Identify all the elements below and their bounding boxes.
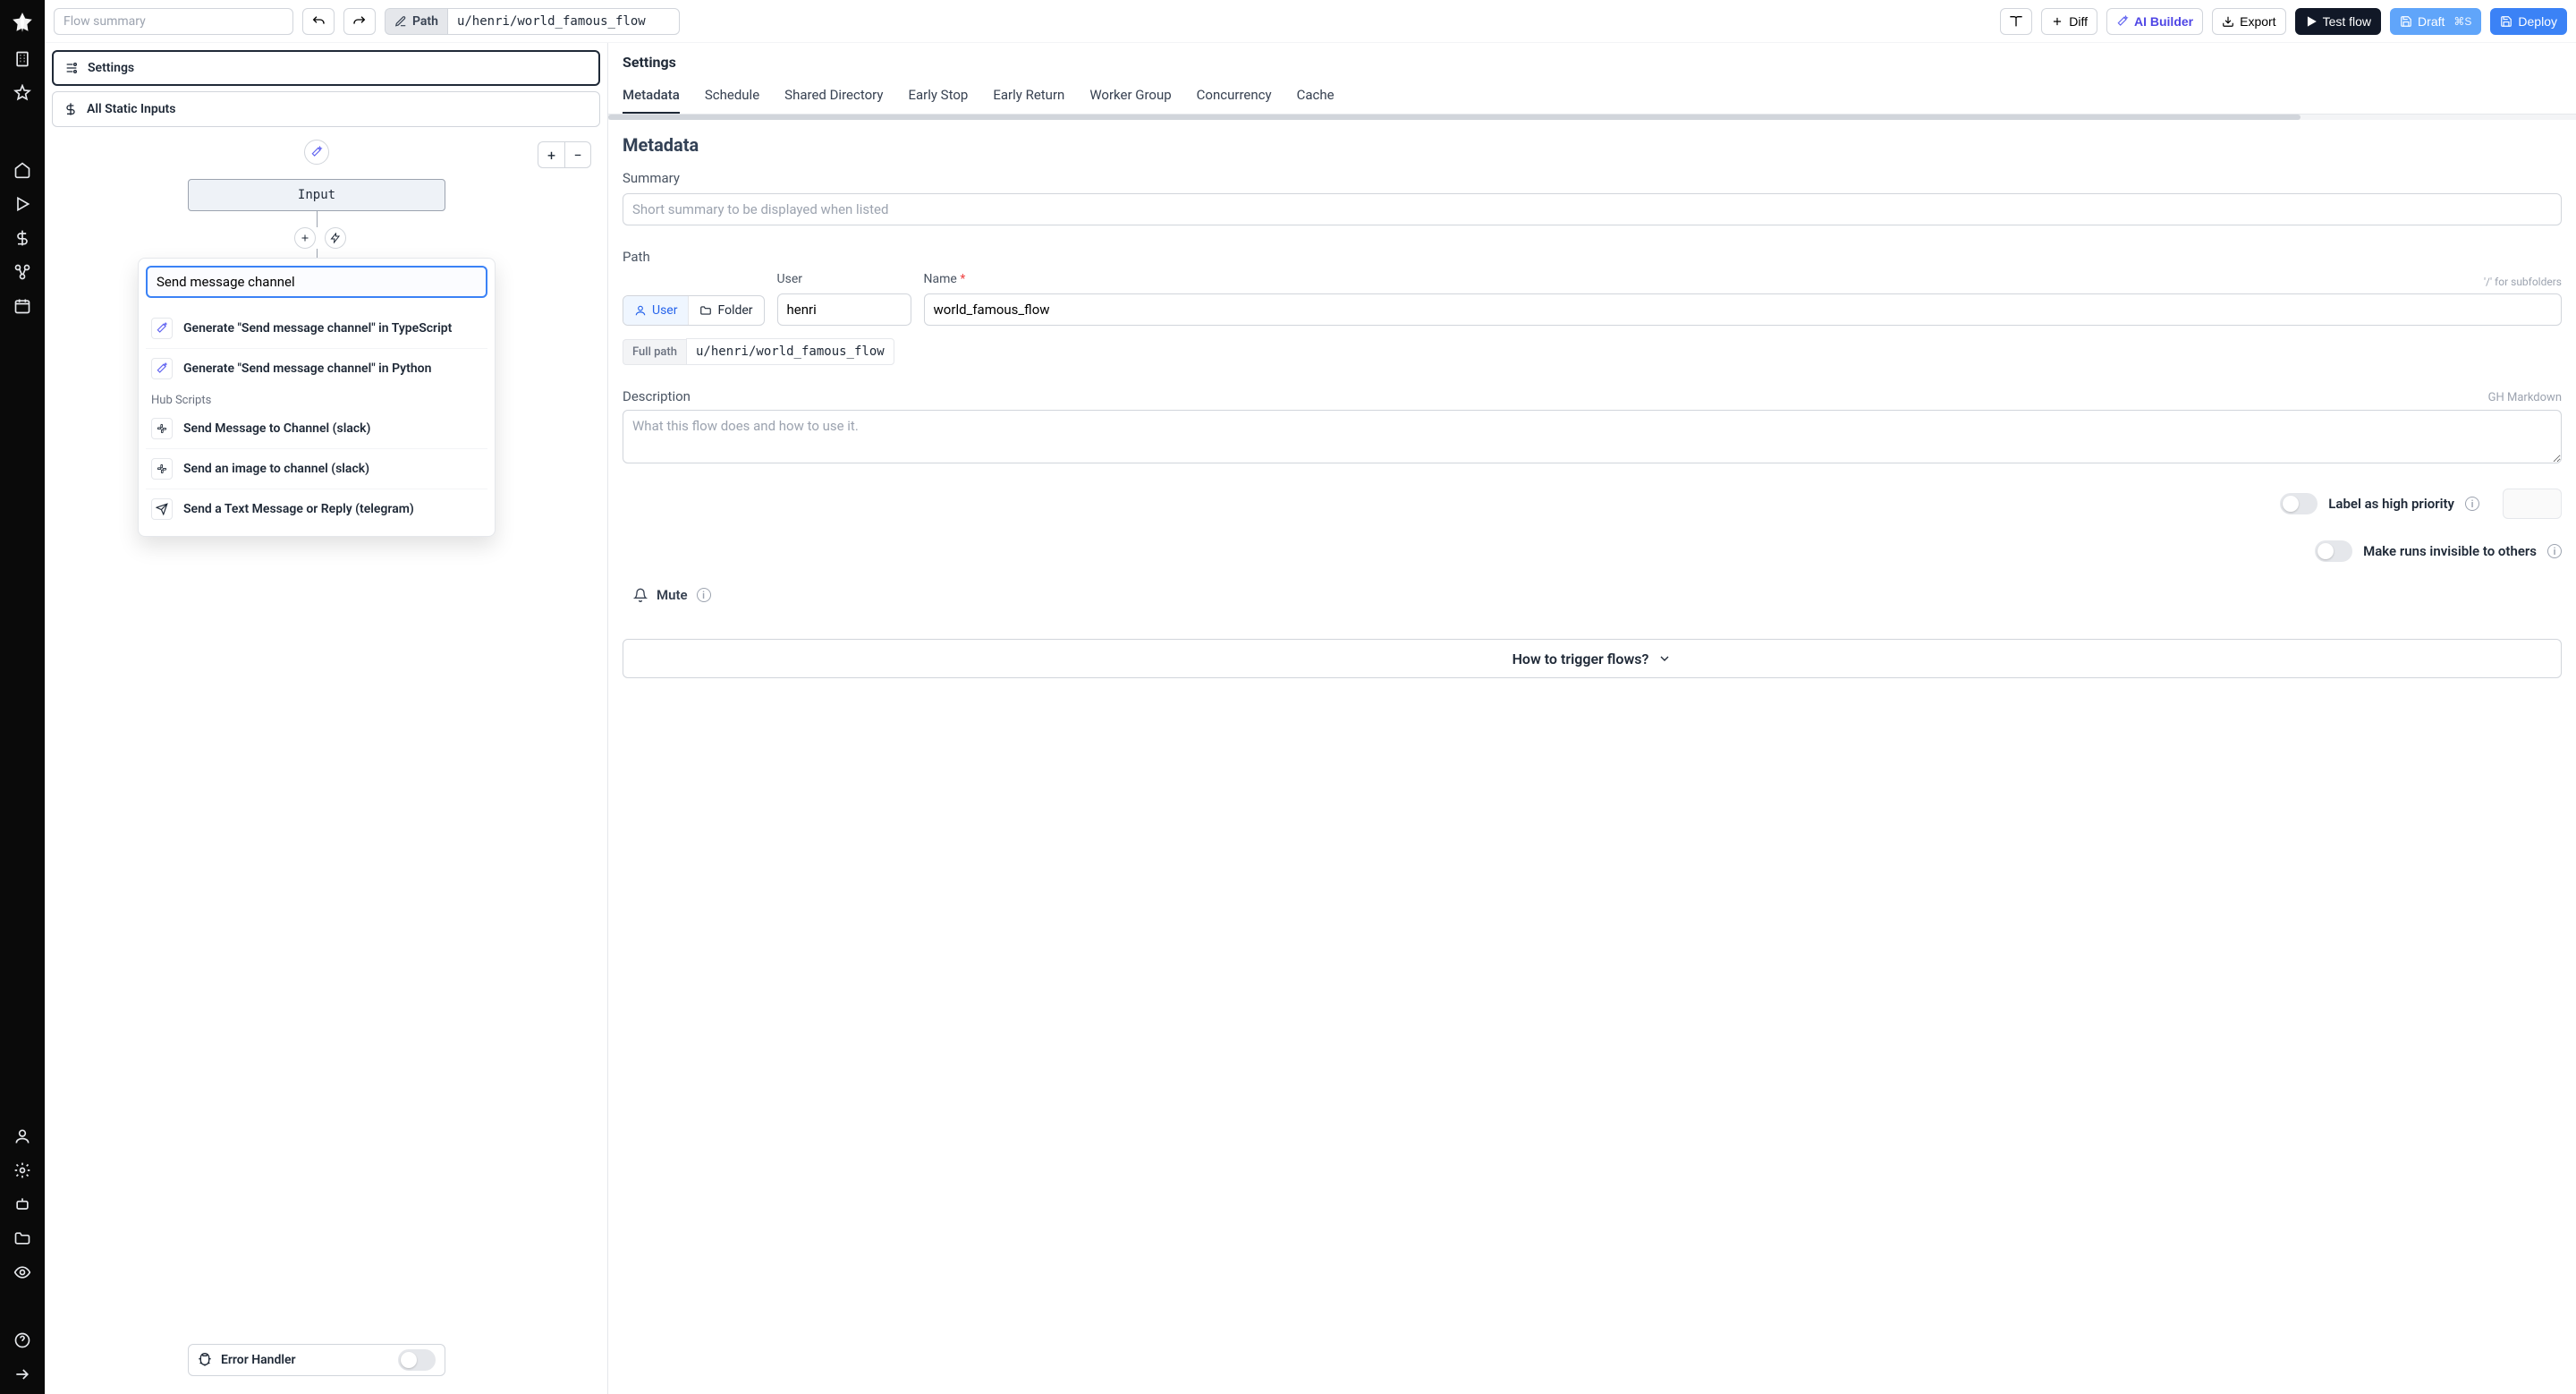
play-icon[interactable] — [13, 195, 31, 213]
path-value: u/henri/world_famous_flow — [447, 8, 680, 35]
user-field-label: User — [777, 272, 911, 286]
left-rail — [0, 0, 45, 1394]
topbar: Path u/henri/world_famous_flow Diff AI B… — [45, 0, 2576, 43]
magic-wand-icon — [151, 318, 173, 339]
bolt-node-button[interactable] — [325, 227, 346, 249]
action-search-input[interactable] — [146, 266, 487, 298]
gear-icon[interactable] — [13, 1161, 31, 1179]
tab-worker-group[interactable]: Worker Group — [1089, 78, 1171, 114]
action-search-dropdown: Generate "Send message channel" in TypeS… — [138, 258, 496, 537]
canvas-column: Settings All Static Inputs + − Input — [45, 43, 608, 1394]
flow-summary-input[interactable] — [54, 8, 293, 35]
tab-schedule[interactable]: Schedule — [705, 78, 759, 114]
tab-metadata[interactable]: Metadata — [623, 78, 680, 114]
home-icon[interactable] — [13, 161, 31, 179]
error-handler-bar[interactable]: Error Handler — [188, 1344, 445, 1376]
telegram-icon — [151, 498, 173, 520]
folder-icon[interactable] — [13, 1229, 31, 1247]
tab-early-stop[interactable]: Early Stop — [908, 78, 968, 114]
subfolder-hint: '/' for subfolders — [2484, 276, 2562, 288]
name-field-label: Name * — [924, 272, 966, 286]
seg-user[interactable]: User — [623, 296, 688, 325]
info-icon[interactable]: i — [2547, 544, 2562, 558]
tab-early-return[interactable]: Early Return — [993, 78, 1064, 114]
generate-python-option[interactable]: Generate "Send message channel" in Pytho… — [146, 349, 487, 388]
metadata-heading: Metadata — [623, 134, 2562, 156]
add-node-button[interactable] — [294, 227, 316, 249]
error-handler-label: Error Handler — [221, 1353, 296, 1367]
info-icon[interactable]: i — [2465, 497, 2479, 511]
summary-label: Summary — [623, 170, 2562, 186]
dollar-icon[interactable] — [13, 229, 31, 247]
path-section-label: Path — [623, 249, 2562, 265]
help-icon[interactable] — [13, 1331, 31, 1349]
name-field[interactable] — [924, 293, 2562, 326]
settings-box[interactable]: Settings — [52, 50, 600, 86]
seg-folder[interactable]: Folder — [689, 296, 763, 325]
magic-wand-node[interactable] — [304, 140, 329, 165]
star-icon[interactable] — [13, 84, 31, 102]
user-icon[interactable] — [13, 1127, 31, 1145]
priority-toggle[interactable] — [2280, 493, 2318, 514]
tab-concurrency[interactable]: Concurrency — [1197, 78, 1272, 114]
error-handler-toggle[interactable] — [398, 1349, 436, 1371]
logo-icon[interactable] — [11, 11, 34, 34]
info-icon[interactable]: i — [697, 588, 711, 602]
all-static-inputs-box[interactable]: All Static Inputs — [52, 91, 600, 127]
slack-icon — [151, 458, 173, 480]
hub-scripts-heading: Hub Scripts — [146, 388, 487, 409]
deploy-button[interactable]: Deploy — [2490, 8, 2567, 35]
invisible-label: Make runs invisible to others — [2363, 543, 2537, 559]
hub-script-telegram[interactable]: Send a Text Message or Reply (telegram) — [146, 489, 487, 529]
summary-input[interactable] — [623, 193, 2562, 225]
bot-icon[interactable] — [13, 1195, 31, 1213]
priority-label: Label as high priority — [2328, 496, 2454, 512]
magic-wand-icon — [151, 358, 173, 379]
export-button[interactable]: Export — [2212, 8, 2285, 35]
settings-title: Settings — [608, 43, 2576, 71]
hub-script-slack-image[interactable]: Send an image to channel (slack) — [146, 449, 487, 489]
tab-cache[interactable]: Cache — [1297, 78, 1335, 114]
settings-label: Settings — [88, 61, 134, 75]
trigger-flows-box[interactable]: How to trigger flows? — [623, 639, 2562, 678]
collapse-icon[interactable] — [13, 1365, 31, 1383]
path-label: Path — [412, 14, 438, 29]
user-field[interactable] — [777, 293, 911, 326]
connector-line — [317, 211, 318, 227]
diff-button[interactable]: Diff — [2041, 8, 2097, 35]
tab-shared-directory[interactable]: Shared Directory — [784, 78, 883, 114]
path-button[interactable]: Path — [385, 8, 447, 35]
mute-label: Mute — [657, 587, 688, 603]
ai-builder-button[interactable]: AI Builder — [2106, 8, 2203, 35]
owner-segmented: User Folder — [623, 295, 765, 326]
test-flow-button[interactable]: Test flow — [2295, 8, 2381, 35]
invisible-toggle[interactable] — [2315, 540, 2352, 562]
modules-icon[interactable] — [13, 263, 31, 281]
settings-panel: Settings Metadata Schedule Shared Direct… — [608, 43, 2576, 1394]
settings-tabs: Metadata Schedule Shared Directory Early… — [608, 78, 2576, 115]
full-path-label: Full path — [623, 339, 686, 365]
zoom-in-button[interactable]: + — [538, 141, 564, 168]
calendar-icon[interactable] — [13, 297, 31, 315]
undo-button[interactable] — [302, 8, 335, 35]
tabs-scrollbar[interactable] — [608, 115, 2576, 120]
hub-script-slack-message[interactable]: Send Message to Channel (slack) — [146, 409, 487, 448]
redo-button[interactable] — [343, 8, 376, 35]
zoom-out-button[interactable]: − — [564, 141, 591, 168]
gh-markdown-hint: GH Markdown — [2488, 391, 2562, 404]
eye-icon[interactable] — [13, 1263, 31, 1281]
priority-value-box — [2503, 489, 2562, 519]
description-label: Description — [623, 388, 691, 404]
draft-button[interactable]: Draft⌘S — [2390, 8, 2481, 35]
full-path-value: u/henri/world_famous_flow — [686, 338, 894, 365]
slack-icon — [151, 418, 173, 439]
building-icon[interactable] — [13, 50, 31, 68]
description-textarea[interactable] — [623, 410, 2562, 463]
static-inputs-label: All Static Inputs — [87, 102, 175, 116]
book-button[interactable] — [2000, 8, 2032, 35]
generate-typescript-option[interactable]: Generate "Send message channel" in TypeS… — [146, 309, 487, 348]
input-node[interactable]: Input — [188, 179, 445, 211]
